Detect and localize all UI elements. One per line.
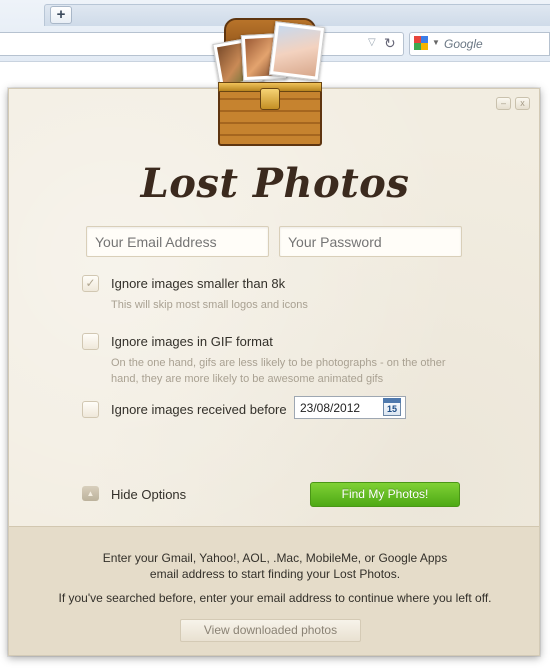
- search-engine-dropdown-icon[interactable]: ▼: [432, 38, 440, 47]
- ignore-before-date-checkbox[interactable]: [82, 401, 99, 418]
- ignore-small-images-label: Ignore images smaller than 8k: [111, 276, 286, 291]
- search-placeholder: Google: [444, 37, 483, 51]
- app-title: Lost Photos: [140, 160, 410, 207]
- new-tab-button[interactable]: +: [50, 6, 72, 24]
- ignore-gif-description-line2: hand, they are more likely to be awesome…: [111, 373, 384, 385]
- reload-icon[interactable]: ↻: [384, 35, 396, 52]
- treasure-chest-logo: [210, 14, 330, 146]
- minimize-button[interactable]: –: [496, 97, 511, 110]
- lock-icon: [260, 88, 280, 110]
- ignore-gif-description: On the one hand, gifs are less likely to…: [111, 355, 481, 387]
- email-field[interactable]: [86, 226, 269, 257]
- footer-continue-text: If you've searched before, enter your em…: [58, 591, 492, 605]
- ignore-small-images-description: This will skip most small logos and icon…: [111, 299, 308, 311]
- calendar-icon[interactable]: 15: [383, 398, 401, 416]
- ignore-small-images-checkbox[interactable]: ✓: [82, 275, 99, 292]
- ignore-gif-checkbox[interactable]: [82, 333, 99, 350]
- hide-options-toggle[interactable]: ▲: [82, 486, 99, 501]
- close-button[interactable]: x: [515, 97, 530, 110]
- chevron-down-icon[interactable]: ▽: [368, 37, 376, 48]
- footer-instructions-line2: email address to start finding your Lost…: [149, 567, 401, 581]
- photo-thumbnail: [268, 21, 326, 81]
- google-icon[interactable]: [414, 36, 428, 50]
- date-value: 23/08/2012: [300, 401, 361, 415]
- hide-options-label[interactable]: Hide Options: [111, 487, 186, 502]
- ignore-gif-description-line1: On the one hand, gifs are less likely to…: [111, 357, 446, 369]
- address-bar[interactable]: [0, 32, 404, 56]
- footer-instructions-line1: Enter your Gmail, Yahoo!, AOL, .Mac, Mob…: [102, 551, 448, 565]
- password-field[interactable]: [279, 226, 462, 257]
- ignore-gif-label: Ignore images in GIF format: [111, 334, 273, 349]
- find-photos-button[interactable]: Find My Photos!: [310, 482, 460, 507]
- ignore-before-date-label: Ignore images received before: [111, 402, 287, 417]
- view-downloaded-photos-button[interactable]: View downloaded photos: [180, 619, 361, 642]
